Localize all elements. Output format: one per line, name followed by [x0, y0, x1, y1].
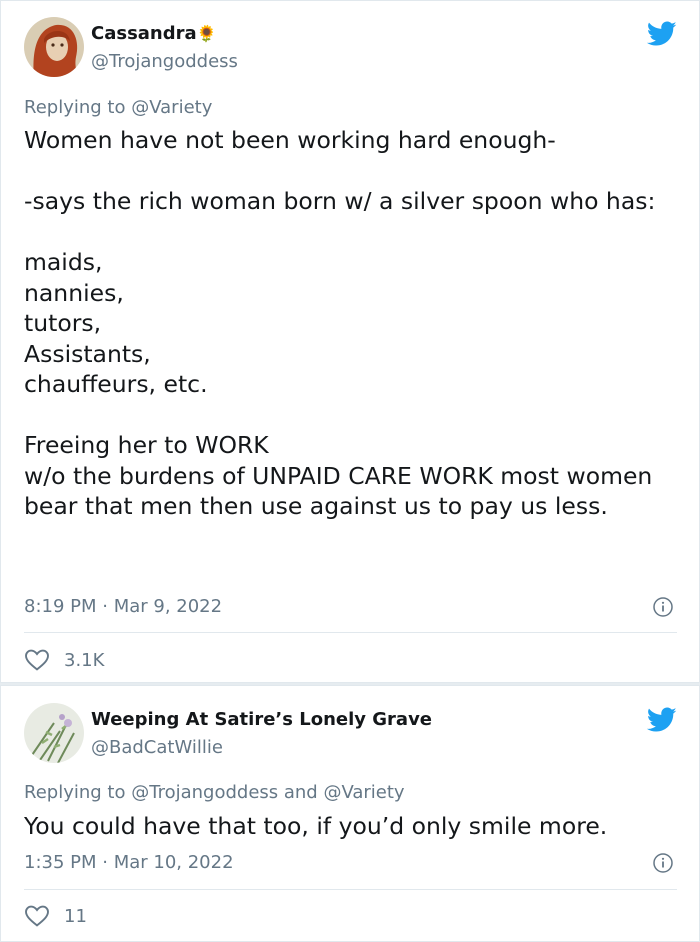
twitter-bird-icon[interactable]: [646, 21, 677, 47]
divider: [24, 632, 677, 633]
timestamp[interactable]: 1:35 PM · Mar 10, 2022: [24, 852, 234, 873]
tweet-card-1: Cassandra🌻 @Trojangoddess Replying to @V…: [0, 0, 700, 683]
user-handle[interactable]: @BadCatWillie: [91, 737, 223, 758]
replying-to: Replying to @Variety: [24, 97, 212, 118]
avatar[interactable]: [24, 17, 84, 77]
user-handle[interactable]: @Trojangoddess: [91, 51, 238, 72]
replying-prefix: Replying to: [24, 97, 126, 118]
tweet-text-content: Women have not been working hard enough-…: [24, 126, 656, 520]
heart-icon[interactable]: [24, 905, 50, 927]
display-name-text: Cassandra: [91, 23, 197, 44]
timestamp[interactable]: 8:19 PM · Mar 9, 2022: [24, 596, 222, 617]
display-name[interactable]: Cassandra🌻: [91, 23, 217, 44]
tweet-text: You could have that too, if you’d only s…: [24, 811, 674, 842]
mention-link[interactable]: @Variety: [131, 97, 212, 118]
tweet-card-2: Weeping At Satire’s Lonely Grave @BadCat…: [0, 685, 700, 942]
mention-link[interactable]: @Trojangoddess and @Variety: [131, 782, 404, 803]
info-icon[interactable]: [653, 853, 673, 873]
display-name[interactable]: Weeping At Satire’s Lonely Grave: [91, 709, 432, 730]
divider: [24, 889, 677, 890]
like-button[interactable]: 3.1K: [24, 649, 104, 671]
tweet-text-content: You could have that too, if you’d only s…: [24, 812, 608, 840]
heart-icon[interactable]: [24, 649, 50, 671]
replying-prefix: Replying to: [24, 782, 126, 803]
sunflower-emoji: 🌻: [196, 24, 217, 43]
info-icon[interactable]: [653, 597, 673, 617]
like-button[interactable]: 11: [24, 905, 87, 927]
like-count: 3.1K: [64, 649, 105, 671]
like-count: 11: [64, 905, 87, 927]
twitter-bird-icon[interactable]: [646, 707, 677, 733]
avatar[interactable]: [24, 703, 84, 763]
replying-to: Replying to @Trojangoddess and @Variety: [24, 782, 405, 803]
tweet-text: Women have not been working hard enough-…: [24, 125, 674, 522]
